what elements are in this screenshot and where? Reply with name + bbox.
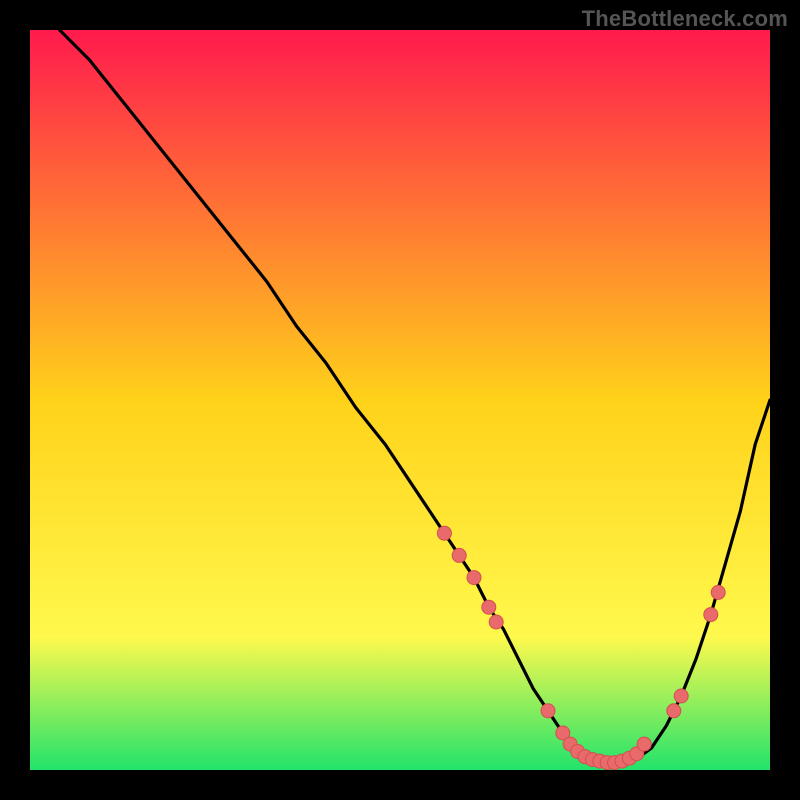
watermark-text: TheBottleneck.com: [582, 6, 788, 32]
plot-background: [30, 30, 770, 770]
curve-marker: [467, 571, 481, 585]
chart-stage: TheBottleneck.com: [0, 0, 800, 800]
curve-marker: [437, 526, 451, 540]
curve-marker: [452, 548, 466, 562]
curve-marker: [711, 585, 725, 599]
curve-marker: [674, 689, 688, 703]
curve-marker: [489, 615, 503, 629]
curve-marker: [637, 737, 651, 751]
curve-marker: [667, 704, 681, 718]
curve-marker: [704, 608, 718, 622]
curve-marker: [482, 600, 496, 614]
bottleneck-chart: [30, 30, 770, 770]
curve-marker: [541, 704, 555, 718]
